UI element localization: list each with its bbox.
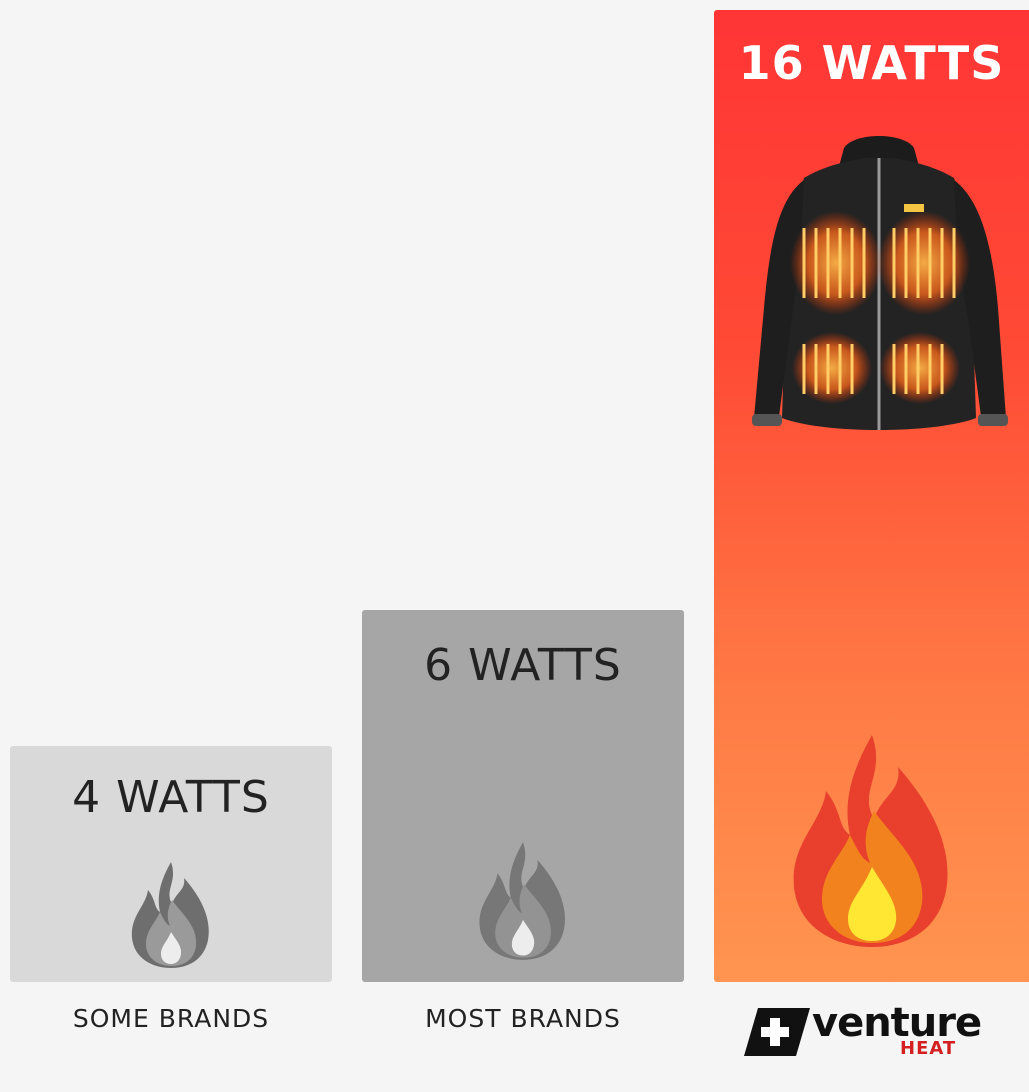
flame-icon [714,726,1029,956]
bar-value-label: 4 WATTS [72,772,270,823]
bar-value-label: 6 WATTS [424,640,622,691]
bar-value-label: 16 WATTS [738,36,1005,90]
heated-jacket-image [744,118,1014,453]
venture-heat-logo: venture HEAT [744,1000,994,1059]
logo-subtitle: HEAT [900,1038,957,1059]
category-label-most-brands: MOST BRANDS [425,1004,621,1033]
bar-most-brands: 6 WATTS [362,610,684,982]
flame-icon [362,836,684,966]
venture-cross-logo-icon [744,1008,810,1056]
bar-venture-heat: 16 WATTS [714,10,1029,982]
category-label-some-brands: SOME BRANDS [72,1004,270,1033]
flame-icon [10,860,332,970]
bar-some-brands: 4 WATTS [10,746,332,982]
